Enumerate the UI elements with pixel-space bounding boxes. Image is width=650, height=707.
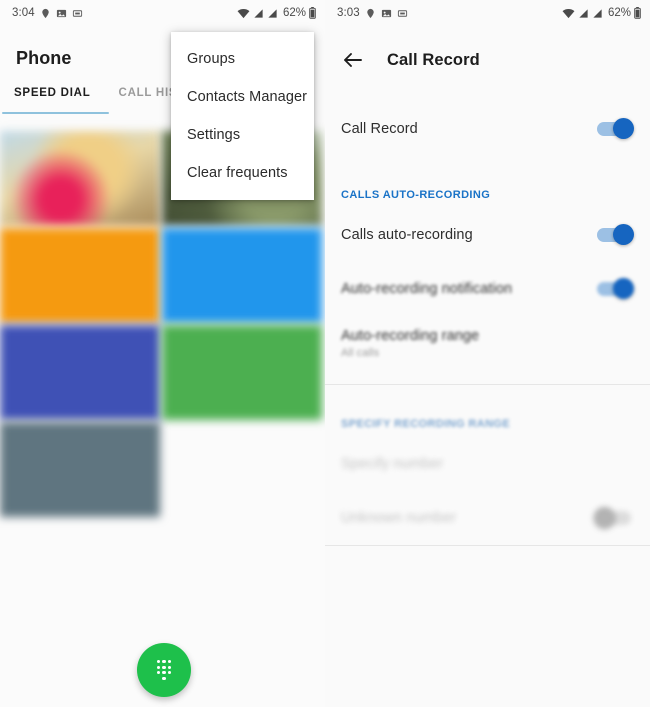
wifi-icon: [562, 8, 575, 19]
battery-percent: 62%: [282, 7, 306, 19]
status-bar-left: 3:04 62%: [0, 0, 325, 26]
auto-recording-notification-toggle[interactable]: [597, 278, 634, 299]
setting-row-calls-auto-recording[interactable]: Calls auto-recording: [325, 208, 650, 262]
battery-icon: [309, 7, 316, 19]
wifi-icon: [237, 8, 250, 19]
sim-card-icon: [397, 8, 408, 19]
menu-item-contacts-manager[interactable]: Contacts Manager: [171, 78, 314, 116]
tab-call-history-label: CALL HIS: [118, 87, 178, 99]
dialpad-fab[interactable]: [137, 643, 191, 697]
menu-item-label: Settings: [187, 127, 241, 143]
contact-tile-7[interactable]: [0, 422, 160, 517]
signal-icon: [578, 8, 589, 19]
setting-label: Unknown number: [341, 510, 457, 526]
app-bar: Call Record: [325, 26, 650, 76]
contact-tile-3[interactable]: [0, 228, 160, 323]
setting-row-auto-recording-notification[interactable]: Auto-recording notification: [325, 262, 650, 316]
status-bar-right: 3:03 62%: [325, 0, 650, 26]
setting-text: Auto-recording range All calls: [341, 328, 479, 359]
contact-tile-5[interactable]: [0, 325, 160, 420]
setting-text: Unknown number: [341, 510, 456, 526]
overflow-menu: Groups Contacts Manager Settings Clear f…: [171, 32, 314, 200]
speed-dial-row: [0, 422, 325, 519]
signal-icon-2: [267, 8, 278, 19]
tab-speed-dial-label: SPEED DIAL: [14, 87, 91, 99]
unknown-number-toggle[interactable]: [594, 507, 631, 528]
menu-item-label: Contacts Manager: [187, 89, 308, 105]
setting-row-call-record[interactable]: Call Record: [325, 102, 650, 156]
sim-card-icon: [72, 8, 83, 19]
setting-row-specify-number[interactable]: Specify number: [325, 437, 650, 491]
image-icon: [56, 8, 67, 19]
menu-item-label: Groups: [187, 51, 236, 67]
contact-tile-6[interactable]: [162, 325, 322, 420]
image-icon: [381, 8, 392, 19]
battery-icon: [634, 7, 641, 19]
status-bar-right-group: 62%: [562, 7, 641, 19]
setting-label: Auto-recording range: [341, 327, 480, 344]
back-arrow-icon[interactable]: [341, 48, 365, 72]
status-time: 3:03: [337, 7, 360, 19]
menu-item-clear-frequents[interactable]: Clear frequents: [171, 154, 314, 192]
status-time: 3:04: [12, 7, 35, 19]
toggle-knob: [613, 278, 634, 299]
signal-icon: [253, 8, 264, 19]
location-icon: [40, 8, 51, 19]
call-record-toggle[interactable]: [597, 118, 634, 139]
phone-app-screen: 3:04 62% Phone SPEED DIAL CALL HIS Group…: [0, 0, 325, 707]
menu-item-groups[interactable]: Groups: [171, 40, 314, 78]
toggle-knob: [613, 118, 634, 139]
setting-label: Call Record: [341, 121, 418, 137]
toggle-knob: [613, 224, 634, 245]
setting-label: Auto-recording notification: [341, 281, 513, 297]
tab-speed-dial[interactable]: SPEED DIAL: [0, 87, 105, 121]
setting-row-auto-recording-range[interactable]: Auto-recording range All calls: [325, 316, 650, 370]
status-bar-left-group: 3:03: [325, 7, 408, 19]
section-header-specify-recording-range: SPECIFY RECORDING RANGE: [341, 418, 511, 430]
speed-dial-row: [0, 325, 325, 422]
divider: [325, 545, 650, 546]
setting-sublabel: All calls: [341, 346, 380, 359]
toggle-knob: [594, 507, 615, 528]
setting-text: Auto-recording notification: [341, 281, 512, 297]
contact-tile-1[interactable]: [0, 131, 160, 226]
setting-text: Calls auto-recording: [341, 227, 473, 243]
signal-icon-2: [592, 8, 603, 19]
status-bar-right-group: 62%: [237, 7, 316, 19]
page-title: Call Record: [387, 50, 480, 69]
setting-text: Call Record: [341, 121, 418, 137]
status-bar-left-group: 3:04: [0, 7, 83, 19]
section-header-calls-auto-recording: CALLS AUTO-RECORDING: [341, 189, 491, 201]
dialpad-icon: [156, 660, 172, 680]
call-record-settings-screen: 3:03 62% Call Record Call Record CALLS A…: [325, 0, 650, 707]
speed-dial-row: [0, 228, 325, 325]
contact-tile-4[interactable]: [162, 228, 322, 323]
setting-label: Specify number: [341, 456, 444, 472]
menu-item-settings[interactable]: Settings: [171, 116, 314, 154]
tab-indicator: [2, 111, 109, 114]
menu-item-label: Clear frequents: [187, 165, 288, 181]
dual-screenshot-container: 3:04 62% Phone SPEED DIAL CALL HIS Group…: [0, 0, 650, 707]
battery-percent: 62%: [607, 7, 631, 19]
setting-text: Specify number: [341, 456, 443, 472]
calls-auto-recording-toggle[interactable]: [597, 224, 634, 245]
location-icon: [365, 8, 376, 19]
setting-label: Calls auto-recording: [341, 227, 473, 243]
setting-row-unknown-number[interactable]: Unknown number: [325, 491, 650, 545]
